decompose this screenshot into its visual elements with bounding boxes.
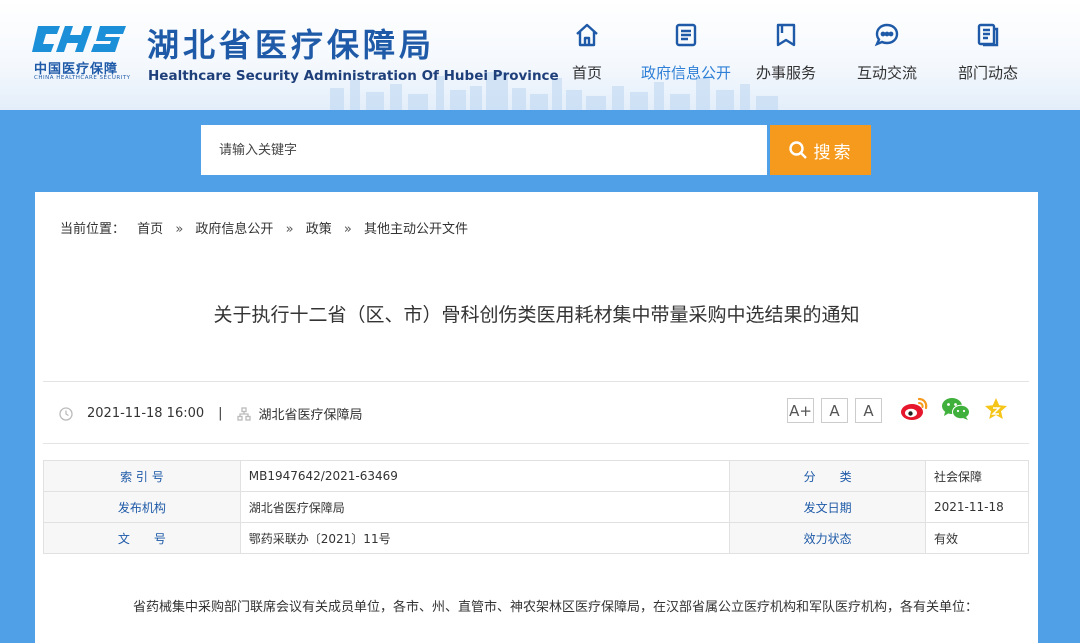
breadcrumb-item-gov-info[interactable]: 政府信息公开 — [195, 222, 273, 237]
publish-date: 2021-11-18 16:00 — [87, 406, 205, 421]
table-row: 文 号 鄂药采联办〔2021〕11号 效力状态 有效 — [43, 522, 1029, 554]
nav-item-home[interactable]: 首页 — [537, 22, 637, 83]
content-card: 当前位置： 首页 » 政府信息公开 » 政策 » 其他主动公开文件 关于执行十二… — [35, 192, 1038, 643]
breadcrumb-separator: » — [175, 222, 184, 237]
favorite-share-button[interactable] — [983, 396, 1009, 426]
info-value: 2021-11-18 — [925, 491, 1029, 523]
nav-item-gov-info[interactable]: 政府信息公开 — [636, 22, 736, 83]
nav-label: 首页 — [571, 64, 602, 82]
info-value: 湖北省医疗保障局 — [239, 491, 731, 523]
table-row: 发布机构 湖北省医疗保障局 发文日期 2021-11-18 — [43, 491, 1029, 523]
main-nav: 首页 政府信息公开 办事服务 互动交流 部门动态 — [540, 22, 1080, 92]
search-input[interactable] — [201, 125, 767, 175]
breadcrumb-item-other-files[interactable]: 其他主动公开文件 — [364, 222, 468, 237]
weibo-share-button[interactable] — [899, 396, 929, 426]
home-icon — [576, 23, 598, 47]
nav-item-dept-news[interactable]: 部门动态 — [938, 22, 1038, 83]
info-value: 有效 — [925, 522, 1029, 554]
document-info-table: 索 引 号 MB1947642/2021-63469 分 类 社会保障 发布机构… — [43, 460, 1029, 554]
info-key: 效力状态 — [729, 522, 926, 554]
chs-logo-mark-icon — [32, 26, 126, 52]
info-key: 文 号 — [43, 522, 241, 554]
organization-icon — [236, 406, 251, 421]
font-increase-button[interactable]: A+ — [787, 398, 814, 423]
breadcrumb-prefix: 当前位置： — [60, 222, 126, 237]
site-title: 湖北省医疗保障局 — [147, 26, 436, 64]
nav-label: 部门动态 — [957, 64, 1018, 82]
font-decrease-button[interactable]: A — [855, 398, 882, 423]
info-value: 鄂药采联办〔2021〕11号 — [239, 522, 731, 554]
bookmark-icon — [776, 23, 796, 47]
favorite-icon — [985, 398, 1007, 419]
info-value: 社会保障 — [925, 460, 1029, 492]
info-key: 索 引 号 — [43, 460, 241, 492]
nav-label: 办事服务 — [755, 64, 816, 82]
info-key: 发文日期 — [729, 491, 926, 523]
nav-item-interaction[interactable]: 互动交流 — [837, 22, 937, 83]
table-row: 索 引 号 MB1947642/2021-63469 分 类 社会保障 — [43, 460, 1029, 492]
nav-item-services[interactable]: 办事服务 — [736, 22, 836, 83]
info-value: MB1947642/2021-63469 — [239, 460, 731, 492]
breadcrumb-separator: » — [343, 222, 352, 237]
share-buttons — [899, 396, 1009, 426]
info-key: 分 类 — [729, 460, 926, 492]
article-title: 关于执行十二省（区、市）骨科创伤类医用耗材集中带量采购中选结果的通知 — [213, 304, 860, 326]
document-icon — [675, 23, 697, 47]
info-key: 发布机构 — [43, 491, 241, 523]
breadcrumb-item-policy[interactable]: 政策 — [306, 222, 332, 237]
search-button[interactable]: 搜索 — [770, 125, 871, 175]
article-meta-bar: 2021-11-18 16:00 | 湖北省医疗保障局 A+ A A — [43, 381, 1029, 444]
article-body-paragraph: 省药械集中采购部门联席会议有关成员单位，各市、州、直管市、神农架林区医疗保障局，… — [133, 600, 979, 615]
breadcrumb: 当前位置： 首页 » 政府信息公开 » 政策 » 其他主动公开文件 — [60, 218, 476, 237]
font-increase-label: A+ — [789, 401, 812, 420]
wechat-share-button[interactable] — [941, 396, 971, 426]
nav-label: 互动交流 — [856, 64, 917, 82]
chs-logo[interactable]: 中国医疗保障 CHINA HEALTHCARE SECURITY — [32, 22, 132, 82]
breadcrumb-separator: » — [285, 222, 294, 237]
chat-icon — [874, 23, 899, 47]
publisher: 湖北省医疗保障局 — [258, 408, 363, 423]
logo-text-en: CHINA HEALTHCARE SECURITY — [34, 75, 131, 81]
search-icon — [788, 141, 807, 159]
clock-icon — [59, 406, 73, 421]
font-size-controls: A+ A A — [787, 398, 882, 423]
breadcrumb-item-home[interactable]: 首页 — [137, 222, 163, 237]
news-icon — [977, 23, 999, 47]
meta-divider: | — [218, 406, 223, 421]
site-subtitle: Healthcare Security Administration Of Hu… — [148, 68, 559, 84]
search-button-label: 搜索 — [813, 142, 854, 163]
font-default-label: A — [829, 401, 840, 420]
nav-label: 政府信息公开 — [640, 64, 731, 82]
font-default-button[interactable]: A — [821, 398, 848, 423]
article-meta: 2021-11-18 16:00 | 湖北省医疗保障局 — [59, 404, 363, 423]
site-header: 中国医疗保障 CHINA HEALTHCARE SECURITY 湖北省医疗保障… — [0, 0, 1080, 110]
weibo-icon — [901, 397, 928, 420]
wechat-icon — [942, 398, 970, 420]
font-decrease-label: A — [863, 401, 874, 420]
